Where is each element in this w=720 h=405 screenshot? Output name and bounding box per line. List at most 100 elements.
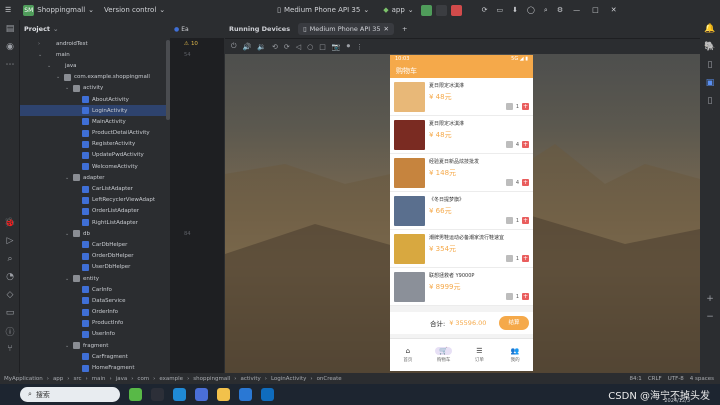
breadcrumb-item[interactable]: LoginActivity bbox=[271, 376, 306, 382]
tree-item[interactable]: AboutActivity bbox=[20, 94, 170, 105]
breadcrumb-item[interactable]: com bbox=[137, 376, 149, 382]
tree-item[interactable]: LeftRecyclerViewAdapt bbox=[20, 195, 170, 206]
overview-icon[interactable]: □ bbox=[319, 43, 326, 51]
nav-item[interactable]: 🛒 购物车 bbox=[426, 339, 462, 371]
stop-button[interactable] bbox=[450, 4, 462, 16]
breadcrumb-item[interactable]: activity bbox=[240, 376, 260, 382]
device-tab[interactable]: ▯ Medium Phone API 35 ✕ bbox=[298, 23, 394, 35]
tree-item[interactable]: MainActivity bbox=[20, 116, 170, 127]
edge-icon[interactable] bbox=[173, 388, 186, 401]
record-icon[interactable]: ⏺ bbox=[347, 42, 351, 51]
breadcrumb-item[interactable]: example bbox=[159, 376, 183, 382]
tree-item[interactable]: ⌄ entity bbox=[20, 273, 170, 284]
code-editor[interactable]: ● Ea ⚠ 10 54 84 bbox=[170, 20, 225, 373]
tree-item[interactable]: CarInfo bbox=[20, 284, 170, 295]
device-selector[interactable]: ▯ Medium Phone API 35 ⌄ bbox=[272, 6, 374, 14]
sync-icon[interactable]: ⟳ bbox=[482, 6, 488, 14]
nav-item[interactable]: ⌂ 首页 bbox=[390, 339, 426, 371]
project-panel-header[interactable]: Project ⌄ bbox=[20, 20, 170, 38]
explorer-icon[interactable] bbox=[217, 388, 230, 401]
tree-item[interactable]: CarDbHelper bbox=[20, 239, 170, 250]
tree-item[interactable]: HomeFragment bbox=[20, 362, 170, 373]
decrease-button[interactable] bbox=[505, 103, 513, 110]
game-app-icon[interactable] bbox=[129, 388, 142, 401]
tree-item[interactable]: › androidTest bbox=[20, 38, 170, 49]
search-icon[interactable]: ⌕ bbox=[544, 6, 548, 15]
cart-item[interactable]: 《冬日提梦旗》 ¥ 66元 1 + bbox=[390, 192, 533, 230]
cart-item[interactable]: 潮牌男鞋运动必备潮家流行鞋速宜 ¥ 354元 1 + bbox=[390, 230, 533, 268]
cart-item[interactable]: 经验夏日新品炫技批发 ¥ 148元 4 + bbox=[390, 154, 533, 192]
decrease-button[interactable] bbox=[505, 217, 513, 224]
breadcrumb-item[interactable]: MyApplication bbox=[4, 376, 43, 382]
more-tools-icon[interactable]: ⋯ bbox=[0, 56, 20, 74]
breadcrumb-item[interactable]: onCreate bbox=[317, 376, 342, 382]
cart-item[interactable]: 夏日限定冰淇淋 ¥ 48元 4 + bbox=[390, 116, 533, 154]
zoom-in-icon[interactable]: + bbox=[700, 290, 720, 308]
sdk-manager-icon[interactable]: ⬇ bbox=[512, 6, 518, 14]
breadcrumb-item[interactable]: src bbox=[74, 376, 82, 382]
tree-item[interactable]: WelcomeActivity bbox=[20, 161, 170, 172]
rerun-button[interactable] bbox=[420, 4, 432, 16]
run-config-selector[interactable]: ◆ app ⌄ bbox=[378, 6, 418, 14]
app-inspection-icon[interactable]: ⌕ bbox=[0, 250, 20, 268]
device-manager-icon[interactable]: ▯ bbox=[700, 56, 720, 74]
editor-tab[interactable]: ● Ea bbox=[170, 20, 224, 38]
debug-button[interactable] bbox=[435, 4, 447, 16]
increase-button[interactable]: + bbox=[522, 293, 529, 300]
tree-item[interactable]: UserDbHelper bbox=[20, 262, 170, 273]
main-menu-button[interactable]: ☰ bbox=[0, 6, 16, 14]
more-icon[interactable]: ⋮ bbox=[356, 43, 363, 51]
nav-item[interactable]: ☰ 订单 bbox=[462, 339, 498, 371]
chevron-down-icon[interactable]: ⌄ bbox=[38, 52, 46, 58]
decrease-button[interactable] bbox=[505, 255, 513, 262]
maximize-icon[interactable]: □ bbox=[592, 6, 599, 14]
emulator-screen[interactable]: 10:03 5G ◢ ▮ 购物车 夏日限定冰淇淋 ¥ 48元 1 + 夏日限定冰淇淋 ¥ … bbox=[390, 55, 533, 371]
minimize-icon[interactable]: — bbox=[573, 6, 580, 14]
logcat-icon[interactable]: 🐞 bbox=[0, 214, 20, 232]
profiler-icon[interactable]: ◔ bbox=[0, 268, 20, 286]
decrease-button[interactable] bbox=[505, 179, 513, 186]
settings-icon[interactable]: ⚙ bbox=[557, 6, 563, 14]
taskbar-search[interactable]: ⌕ 搜索 bbox=[20, 387, 120, 402]
chevron-down-icon[interactable]: ⌄ bbox=[65, 175, 73, 181]
device-manager-icon[interactable]: ▭ bbox=[497, 6, 504, 14]
checkout-button[interactable]: 结算 bbox=[499, 316, 529, 330]
tree-item[interactable]: CarFragment bbox=[20, 351, 170, 362]
tree-item[interactable]: ⌄ java bbox=[20, 60, 170, 71]
notifications-icon[interactable]: 🔔 bbox=[700, 20, 720, 38]
running-devices-icon[interactable]: ▣ bbox=[700, 74, 720, 92]
zoom-out-icon[interactable]: − bbox=[700, 308, 720, 326]
task-view-icon[interactable] bbox=[151, 388, 164, 401]
decrease-button[interactable] bbox=[505, 141, 513, 148]
rotate-left-icon[interactable]: ⟲ bbox=[272, 43, 278, 51]
cart-item[interactable]: 夏日限定冰淇淋 ¥ 48元 1 + bbox=[390, 78, 533, 116]
tree-item[interactable]: DataService bbox=[20, 295, 170, 306]
tree-item[interactable]: ⌄ com.example.shoppingmall bbox=[20, 72, 170, 83]
line-separator[interactable]: CRLF bbox=[648, 376, 662, 382]
terminal-icon[interactable]: ▭ bbox=[0, 304, 20, 322]
gem-icon[interactable]: ◇ bbox=[0, 286, 20, 304]
tree-item[interactable]: RegisterActivity bbox=[20, 139, 170, 150]
chevron-down-icon[interactable]: ⌄ bbox=[65, 85, 73, 91]
run-tool-icon[interactable]: ▷ bbox=[0, 232, 20, 250]
project-selector[interactable]: SM Shoppingmall ⌄ bbox=[18, 4, 99, 16]
back-icon[interactable]: ◁ bbox=[296, 43, 301, 51]
cursor-position[interactable]: 84:1 bbox=[629, 376, 641, 382]
tree-item[interactable]: ⌄ fragment bbox=[20, 340, 170, 351]
close-icon[interactable]: ✕ bbox=[611, 6, 617, 14]
increase-button[interactable]: + bbox=[522, 141, 529, 148]
increase-button[interactable]: + bbox=[522, 255, 529, 262]
tree-item[interactable]: OrderInfo bbox=[20, 307, 170, 318]
store-icon[interactable] bbox=[261, 388, 274, 401]
breadcrumb-item[interactable]: java bbox=[116, 376, 128, 382]
breadcrumb-item[interactable]: shoppingmall bbox=[193, 376, 230, 382]
tree-item[interactable]: ⌄ activity bbox=[20, 83, 170, 94]
tree-item[interactable]: UserInfo bbox=[20, 329, 170, 340]
chevron-right-icon[interactable]: › bbox=[38, 41, 46, 47]
increase-button[interactable]: + bbox=[522, 179, 529, 186]
vcs-selector[interactable]: Version control ⌄ bbox=[99, 6, 170, 14]
chevron-down-icon[interactable]: ⌄ bbox=[65, 343, 73, 349]
tree-item[interactable]: OrderListAdapter bbox=[20, 206, 170, 217]
git-icon[interactable]: ⑂ bbox=[0, 340, 20, 358]
chevron-down-icon[interactable]: ⌄ bbox=[65, 231, 73, 237]
